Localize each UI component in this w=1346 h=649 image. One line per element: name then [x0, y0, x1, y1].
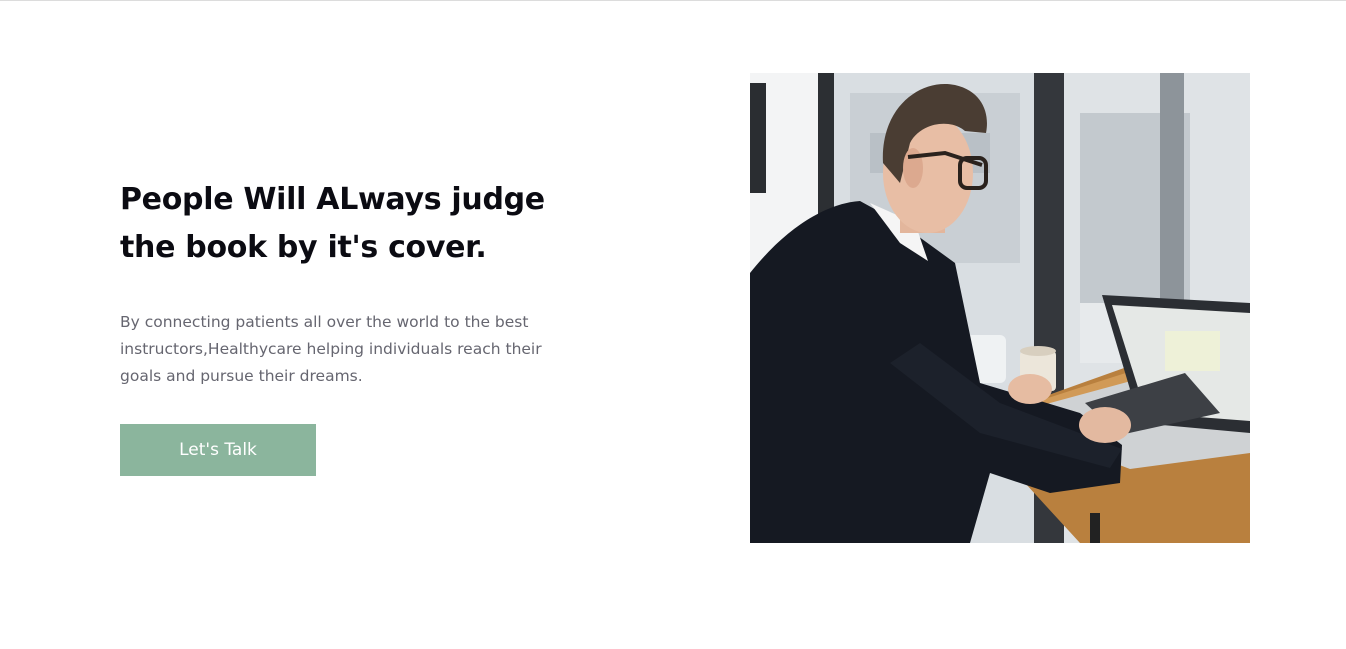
- top-divider: [0, 0, 1346, 1]
- hero-headline-line: People Will ALways judge: [120, 182, 545, 217]
- hero-headline: People Will ALways judge the book by it'…: [120, 176, 580, 272]
- hero-photo: [750, 73, 1250, 543]
- hero-description-line: By connecting patients all over the worl…: [120, 313, 529, 331]
- hero-description-line: goals and pursue their dreams.: [120, 367, 363, 385]
- hero-text-column: People Will ALways judge the book by it'…: [120, 176, 580, 476]
- lets-talk-button[interactable]: Let's Talk: [120, 424, 316, 476]
- hero-description: By connecting patients all over the worl…: [120, 309, 560, 390]
- hero-section: People Will ALways judge the book by it'…: [0, 0, 1346, 649]
- hero-description-line: instructors,Healthycare helping individu…: [120, 340, 542, 358]
- hero-headline-line: the book by it's cover.: [120, 230, 487, 265]
